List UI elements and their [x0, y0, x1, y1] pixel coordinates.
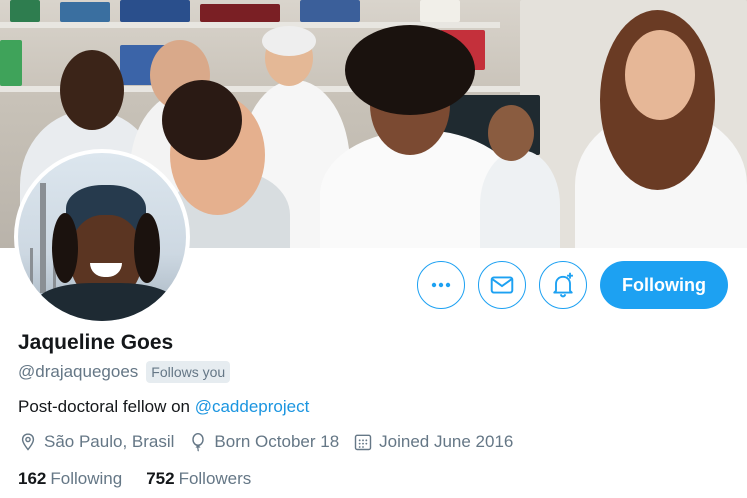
- following-label: Following: [50, 469, 123, 488]
- birthday-item: Born October 18: [188, 432, 339, 452]
- profile-stats: 162 Following 752 Followers: [18, 469, 275, 489]
- profile-avatar[interactable]: [14, 149, 190, 325]
- bio-text: Post-doctoral fellow on: [18, 397, 195, 416]
- joined-item: Joined June 2016: [353, 432, 513, 452]
- profile-bio: Post-doctoral fellow on @caddeproject: [18, 397, 309, 417]
- following-button[interactable]: Following: [600, 261, 728, 309]
- follows-you-badge: Follows you: [146, 361, 231, 383]
- bio-mention-link[interactable]: @caddeproject: [195, 397, 310, 416]
- more-button[interactable]: [417, 261, 465, 309]
- followers-label: Followers: [178, 469, 252, 488]
- location-text: São Paulo, Brasil: [44, 432, 175, 451]
- birthday-text: Born October 18: [214, 432, 340, 451]
- message-button[interactable]: [478, 261, 526, 309]
- profile-handle: @drajaquegoes: [18, 362, 139, 381]
- balloon-icon: [192, 432, 205, 452]
- bell-plus-icon: [553, 272, 573, 298]
- calendar-icon: [354, 434, 372, 451]
- notifications-button[interactable]: [539, 261, 587, 309]
- followers-stat-link[interactable]: 752 Followers: [146, 469, 251, 489]
- avatar-photo: [18, 153, 186, 321]
- location-item: São Paulo, Brasil: [18, 432, 174, 452]
- joined-text: Joined June 2016: [379, 432, 514, 451]
- envelope-icon: [490, 276, 514, 294]
- profile-meta: São Paulo, Brasil Born October 18 Joined…: [18, 432, 527, 452]
- profile-name: Jaqueline Goes: [18, 331, 174, 354]
- followers-count: 752: [146, 469, 175, 488]
- following-stat-link[interactable]: 162 Following: [18, 469, 122, 489]
- more-icon: [431, 282, 451, 288]
- handle-row: @drajaquegoes Follows you: [18, 361, 231, 383]
- following-count: 162: [18, 469, 47, 488]
- location-pin-icon: [21, 433, 35, 451]
